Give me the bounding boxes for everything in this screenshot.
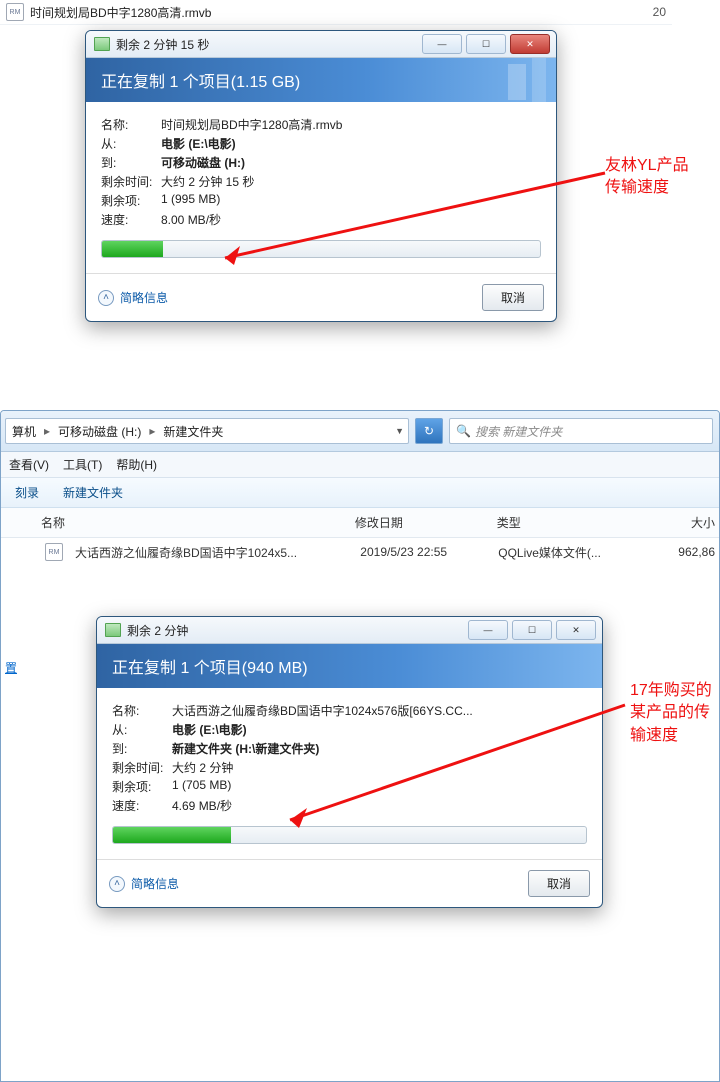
toolbar-new-folder[interactable]: 新建文件夹 <box>63 484 123 501</box>
dialog-body: 名称:大话西游之仙履奇缘BD国语中字1024x576版[66YS.CC... 从… <box>97 688 602 859</box>
chevron-up-icon: ˄ <box>109 876 125 892</box>
crumb-computer[interactable]: 算机 <box>6 423 42 440</box>
value-remainitem: 1 (705 MB) <box>172 778 587 795</box>
value-from: 电影 (E:\电影) <box>161 135 541 152</box>
refresh-button[interactable]: ↻ <box>415 418 443 444</box>
value-name: 大话西游之仙履奇缘BD国语中字1024x576版[66YS.CC... <box>172 702 587 719</box>
copy-icon <box>105 623 121 637</box>
dialog-header: 正在复制 1 个项目(1.15 GB) <box>86 58 556 102</box>
value-to: 可移动磁盘 (H:) <box>161 154 541 171</box>
maximize-button[interactable]: ☐ <box>512 620 552 640</box>
col-size[interactable]: 大小 <box>635 508 719 537</box>
explorer-window: 算机▸ 可移动磁盘 (H:)▸ 新建文件夹 ▼ ↻ 🔍 搜索 新建文件夹 查看(… <box>0 410 720 1082</box>
label-remaintime: 剩余时间: <box>112 759 172 776</box>
label-name: 名称: <box>112 702 172 719</box>
file-icon: RM <box>45 543 63 561</box>
copy-dialog-2: 剩余 2 分钟 — ☐ ✕ 正在复制 1 个项目(940 MB) 名称:大话西游… <box>96 616 603 908</box>
label-speed: 速度: <box>101 211 161 228</box>
column-headers: 名称 修改日期 类型 大小 <box>1 508 719 538</box>
file-row-top[interactable]: RM 时间规划局BD中字1280高清.rmvb 20 <box>0 0 672 25</box>
value-speed: 8.00 MB/秒 <box>161 211 541 228</box>
label-remaintime: 剩余时间: <box>101 173 161 190</box>
crumb-dropdown-icon[interactable]: ▼ <box>391 426 408 436</box>
toolbar-burn[interactable]: 刻录 <box>15 484 39 501</box>
dialog-header: 正在复制 1 个项目(940 MB) <box>97 644 602 688</box>
progress-bar <box>112 826 587 844</box>
label-to: 到: <box>101 154 161 171</box>
file-type: QQLive媒体文件(... <box>498 544 636 561</box>
cancel-button[interactable]: 取消 <box>482 284 544 311</box>
copy-dialog-1: 剩余 2 分钟 15 秒 — ☐ ✕ 正在复制 1 个项目(1.15 GB) 名… <box>85 30 557 322</box>
value-remaintime: 大约 2 分钟 <box>172 759 587 776</box>
sidebar: 置 <box>1 529 23 676</box>
more-info-toggle[interactable]: ˄ 简略信息 <box>109 875 179 892</box>
value-from: 电影 (E:\电影) <box>172 721 587 738</box>
progress-bar <box>101 240 541 258</box>
file-row[interactable]: RM 大话西游之仙履奇缘BD国语中字1024x5... 2019/5/23 22… <box>1 538 719 566</box>
label-from: 从: <box>101 135 161 152</box>
file-name: 时间规划局BD中字1280高清.rmvb <box>30 4 653 21</box>
col-type[interactable]: 类型 <box>493 508 635 537</box>
file-icon: RM <box>6 3 24 21</box>
minimize-button[interactable]: — <box>422 34 462 54</box>
label-name: 名称: <box>101 116 161 133</box>
search-input[interactable]: 🔍 搜索 新建文件夹 <box>449 418 713 444</box>
file-date: 2019/5/23 22:55 <box>360 545 498 559</box>
value-remaintime: 大约 2 分钟 15 秒 <box>161 173 541 190</box>
value-name: 时间规划局BD中字1280高清.rmvb <box>161 116 541 133</box>
label-to: 到: <box>112 740 172 757</box>
value-speed: 4.69 MB/秒 <box>172 797 587 814</box>
sidebar-device-link[interactable]: 置 <box>1 659 23 676</box>
search-icon: 🔍 <box>456 424 471 438</box>
label-remainitem: 剩余项: <box>112 778 172 795</box>
maximize-button[interactable]: ☐ <box>466 34 506 54</box>
value-to: 新建文件夹 (H:\新建文件夹) <box>172 740 587 757</box>
label-from: 从: <box>112 721 172 738</box>
minimize-button[interactable]: — <box>468 620 508 640</box>
label-remainitem: 剩余项: <box>101 192 161 209</box>
cancel-button[interactable]: 取消 <box>528 870 590 897</box>
crumb-folder[interactable]: 新建文件夹 <box>157 423 229 440</box>
window-title: 剩余 2 分钟 <box>127 622 464 639</box>
close-button[interactable]: ✕ <box>510 34 550 54</box>
value-remainitem: 1 (995 MB) <box>161 192 541 209</box>
close-button[interactable]: ✕ <box>556 620 596 640</box>
file-date-fragment: 20 <box>653 5 666 19</box>
toolbar: 刻录 新建文件夹 <box>1 478 719 508</box>
menu-help[interactable]: 帮助(H) <box>116 456 157 473</box>
titlebar[interactable]: 剩余 2 分钟 15 秒 — ☐ ✕ <box>86 31 556 58</box>
breadcrumb[interactable]: 算机▸ 可移动磁盘 (H:)▸ 新建文件夹 ▼ <box>5 418 409 444</box>
menu-view[interactable]: 查看(V) <box>9 456 49 473</box>
explorer-header: 算机▸ 可移动磁盘 (H:)▸ 新建文件夹 ▼ ↻ 🔍 搜索 新建文件夹 <box>1 411 719 452</box>
col-name[interactable]: 名称 <box>1 508 351 537</box>
titlebar[interactable]: 剩余 2 分钟 — ☐ ✕ <box>97 617 602 644</box>
crumb-disk[interactable]: 可移动磁盘 (H:) <box>52 423 147 440</box>
chevron-up-icon: ˄ <box>98 290 114 306</box>
col-date[interactable]: 修改日期 <box>351 508 493 537</box>
menu-tools[interactable]: 工具(T) <box>63 456 102 473</box>
copy-icon <box>94 37 110 51</box>
file-name: 大话西游之仙履奇缘BD国语中字1024x5... <box>75 544 297 561</box>
window-title: 剩余 2 分钟 15 秒 <box>116 36 418 53</box>
file-size: 962,86 <box>636 545 715 559</box>
annotation-1: 友林YL产品 传输速度 <box>605 155 689 200</box>
annotation-2: 17年购买的某产品的传输速度 <box>630 680 715 747</box>
more-info-toggle[interactable]: ˄ 简略信息 <box>98 289 168 306</box>
menu-bar: 查看(V) 工具(T) 帮助(H) <box>1 452 719 478</box>
label-speed: 速度: <box>112 797 172 814</box>
dialog-body: 名称:时间规划局BD中字1280高清.rmvb 从:电影 (E:\电影) 到:可… <box>86 102 556 273</box>
